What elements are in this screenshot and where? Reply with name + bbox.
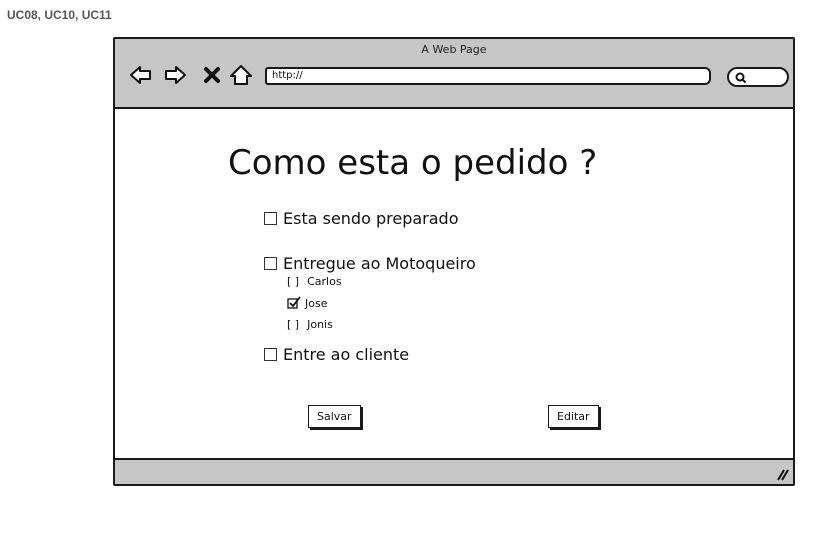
status-bar bbox=[115, 458, 793, 484]
option-preparing[interactable]: Esta sendo preparado bbox=[264, 209, 458, 228]
resize-grip-icon[interactable] bbox=[775, 467, 789, 481]
option-label: Entre ao cliente bbox=[283, 345, 410, 364]
edit-button[interactable]: Editar bbox=[548, 405, 599, 428]
checked-checkbox-icon[interactable] bbox=[287, 296, 301, 309]
option-label: Entregue ao Motoqueiro bbox=[283, 254, 476, 273]
home-icon[interactable] bbox=[229, 63, 253, 87]
browser-toolbar: A Web Page http:// bbox=[115, 39, 793, 109]
courier-option-carlos[interactable]: [ ] Carlos bbox=[287, 275, 342, 288]
page-title: A Web Page bbox=[421, 43, 487, 56]
forward-arrow-icon[interactable] bbox=[163, 63, 187, 87]
courier-option-jonis[interactable]: [ ] Jonis bbox=[287, 318, 333, 331]
document-title: UC08, UC10, UC11 bbox=[7, 8, 112, 22]
checkbox[interactable] bbox=[264, 212, 277, 225]
unchecked-marker: [ ] bbox=[287, 318, 300, 331]
url-bar[interactable]: http:// bbox=[265, 67, 711, 85]
courier-name: Carlos bbox=[307, 275, 342, 288]
browser-window: A Web Page http:// Como esta o pedido ? … bbox=[113, 37, 795, 486]
checkbox[interactable] bbox=[264, 348, 277, 361]
search-box[interactable] bbox=[727, 67, 789, 87]
back-arrow-icon[interactable] bbox=[129, 63, 153, 87]
checkbox[interactable] bbox=[264, 257, 277, 270]
stop-icon[interactable] bbox=[203, 63, 221, 87]
option-label: Esta sendo preparado bbox=[283, 209, 459, 228]
courier-name: Jose bbox=[305, 297, 328, 310]
option-delivered-courier[interactable]: Entregue ao Motoqueiro bbox=[264, 254, 476, 273]
unchecked-marker: [ ] bbox=[287, 275, 300, 288]
courier-option-jose[interactable]: Jose bbox=[287, 296, 327, 310]
option-delivered-client[interactable]: Entre ao cliente bbox=[264, 345, 409, 364]
save-button[interactable]: Salvar bbox=[308, 405, 361, 428]
courier-name: Jonis bbox=[307, 318, 333, 331]
search-icon bbox=[735, 72, 747, 84]
page-heading: Como esta o pedido ? bbox=[228, 143, 598, 183]
